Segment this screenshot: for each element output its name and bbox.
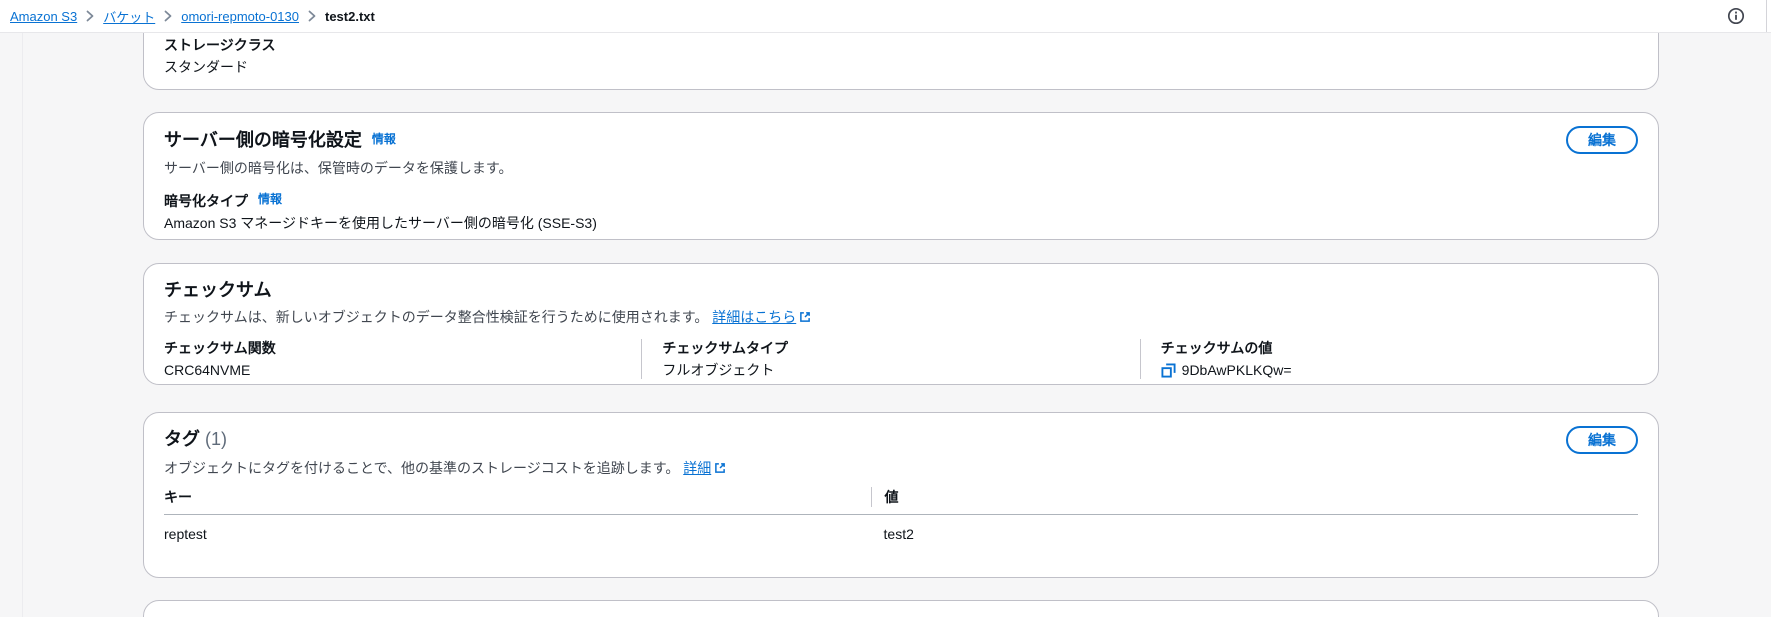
encryption-card: サーバー側の暗号化設定情報 編集 サーバー側の暗号化は、保管時のデータを保護しま… xyxy=(143,112,1659,240)
tags-table: キー 値 reptest test2 xyxy=(164,487,1638,542)
encryption-description: サーバー側の暗号化は、保管時のデータを保護します。 xyxy=(164,159,1638,177)
tag-value-cell: test2 xyxy=(871,526,1637,542)
encryption-type-info-link[interactable]: 情報 xyxy=(258,192,282,206)
breadcrumb: Amazon S3 バケット omori-repmoto-0130 test2.… xyxy=(10,7,375,26)
breadcrumb-current-object: test2.txt xyxy=(325,9,375,24)
panel-divider xyxy=(1766,0,1767,32)
encryption-card-title: サーバー側の暗号化設定情報 xyxy=(164,126,396,153)
tag-key-cell: reptest xyxy=(164,526,872,542)
checksum-value-label: チェックサムの値 xyxy=(1161,339,1626,357)
storage-class-label: ストレージクラス xyxy=(164,36,1638,54)
chevron-right-icon xyxy=(86,10,94,22)
table-row: reptest test2 xyxy=(164,515,1638,542)
tags-card-title-text: タグ xyxy=(164,429,200,449)
tags-value-header: 値 xyxy=(871,487,1637,507)
tags-card: タグ (1) 編集 オブジェクトにタグを付けることで、他の基準のストレージコスト… xyxy=(143,412,1659,578)
checksum-card-title: チェックサム xyxy=(164,277,1638,303)
tags-key-header: キー xyxy=(164,487,872,507)
breadcrumb-link-buckets[interactable]: バケット xyxy=(103,7,155,26)
encryption-info-link[interactable]: 情報 xyxy=(372,132,396,146)
next-card-partial xyxy=(143,600,1659,617)
checksum-type-label: チェックサムタイプ xyxy=(662,339,1127,357)
checksum-description: チェックサムは、新しいオブジェクトのデータ整合性検証を行うために使用されます。 … xyxy=(164,308,1638,327)
encryption-card-title-text: サーバー側の暗号化設定 xyxy=(164,130,362,150)
side-panel-edge xyxy=(22,33,23,617)
encryption-edit-button[interactable]: 編集 xyxy=(1566,126,1638,154)
tags-table-header: キー 値 xyxy=(164,487,1638,515)
breadcrumb-link-amazon-s3[interactable]: Amazon S3 xyxy=(10,9,77,24)
storage-class-value: スタンダード xyxy=(164,58,1638,76)
info-icon[interactable] xyxy=(1727,7,1745,25)
checksum-value-column: チェックサムの値 9DbAwPKLKQw= xyxy=(1140,339,1638,379)
checksum-card: チェックサム チェックサムは、新しいオブジェクトのデータ整合性検証を行うために使… xyxy=(143,263,1659,385)
encryption-type-label-text: 暗号化タイプ xyxy=(164,193,248,209)
tags-description: オブジェクトにタグを付けることで、他の基準のストレージコストを追跡します。 詳細 xyxy=(164,459,1638,478)
breadcrumb-link-bucket-name[interactable]: omori-repmoto-0130 xyxy=(181,9,299,24)
breadcrumb-bar: Amazon S3 バケット omori-repmoto-0130 test2.… xyxy=(0,0,1771,33)
checksum-type-column: チェックサムタイプ フルオブジェクト xyxy=(641,339,1139,379)
checksum-description-text: チェックサムは、新しいオブジェクトのデータ整合性検証を行うために使用されます。 xyxy=(164,309,708,325)
tags-edit-button[interactable]: 編集 xyxy=(1566,426,1638,454)
chevron-right-icon xyxy=(308,10,316,22)
checksum-function-value: CRC64NVME xyxy=(164,361,629,379)
checksum-type-value: フルオブジェクト xyxy=(662,361,1127,379)
tags-description-text: オブジェクトにタグを付けることで、他の基準のストレージコストを追跡します。 xyxy=(164,460,679,476)
copy-icon[interactable] xyxy=(1161,363,1176,378)
chevron-right-icon xyxy=(164,10,172,22)
external-link-icon xyxy=(714,460,726,478)
checksum-learn-more-link[interactable]: 詳細はこちら xyxy=(712,309,811,325)
checksum-value-text: 9DbAwPKLKQw= xyxy=(1182,361,1292,379)
encryption-type-value: Amazon S3 マネージドキーを使用したサーバー側の暗号化 (SSE-S3) xyxy=(164,214,1638,232)
tags-learn-more-label: 詳細 xyxy=(683,460,711,476)
encryption-type-label: 暗号化タイプ情報 xyxy=(164,190,1638,210)
checksum-learn-more-label: 詳細はこちら xyxy=(712,309,796,325)
tags-learn-more-link[interactable]: 詳細 xyxy=(683,460,726,476)
tags-card-title: タグ (1) xyxy=(164,426,227,452)
tags-counter: (1) xyxy=(205,429,227,449)
external-link-icon xyxy=(799,309,811,327)
checksum-function-column: チェックサム関数 CRC64NVME xyxy=(164,339,641,379)
checksum-function-label: チェックサム関数 xyxy=(164,339,629,357)
